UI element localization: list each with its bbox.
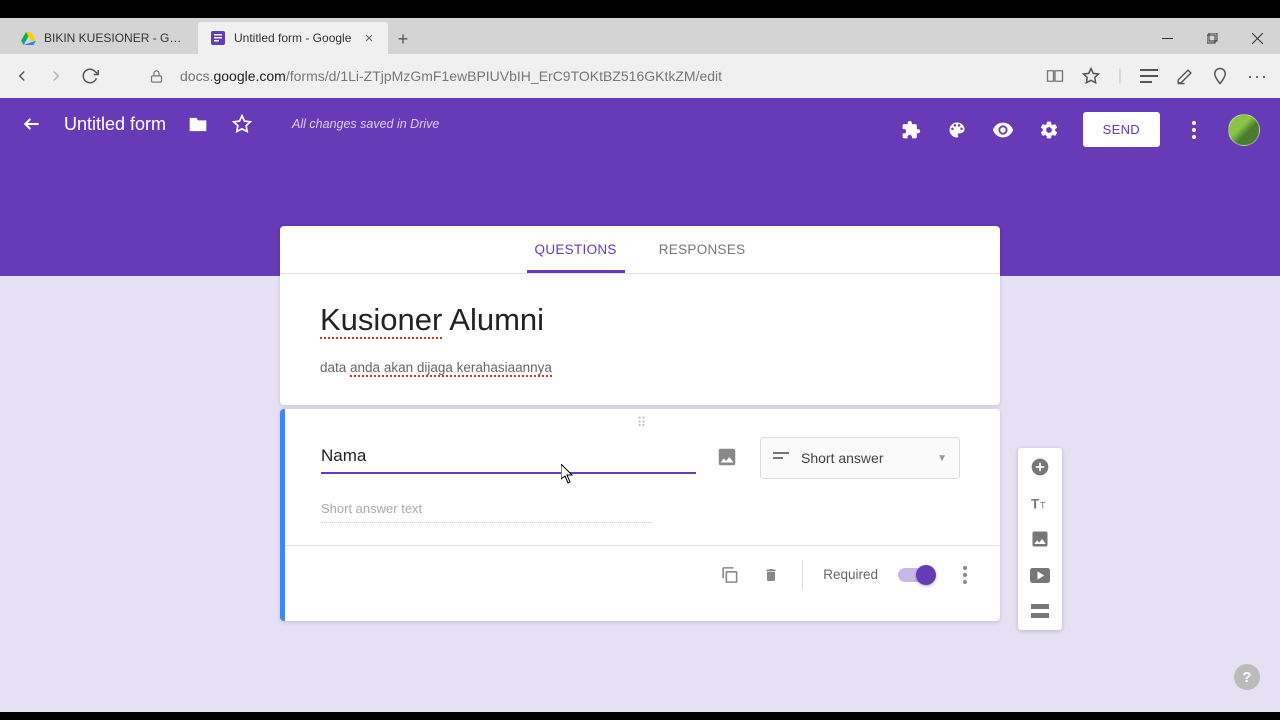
browser-tab[interactable]: BIKIN KUESIONER - Google [8,22,198,54]
forward-button[interactable] [46,66,66,86]
add-video-icon[interactable] [1029,564,1051,586]
back-arrow-icon[interactable] [20,112,44,136]
duplicate-icon[interactable] [718,564,740,586]
reading-view-icon[interactable] [1046,68,1064,84]
tab-responses[interactable]: RESPONSES [659,226,746,273]
reading-list-icon[interactable] [1140,69,1158,83]
minimize-button[interactable] [1145,22,1190,54]
add-section-icon[interactable] [1029,600,1051,622]
form-title[interactable]: Kusioner Alumni [320,302,544,338]
delete-icon[interactable] [760,564,782,586]
drag-handle-icon[interactable]: ⠿ [637,415,649,431]
send-button[interactable]: SEND [1083,112,1160,147]
tab-questions[interactable]: QUESTIONS [535,226,617,273]
favorite-icon[interactable] [1082,67,1100,85]
settings-icon[interactable] [1037,118,1061,142]
answer-placeholder: Short answer text [321,501,651,523]
addons-icon[interactable] [899,118,923,142]
form-description[interactable]: data anda akan dijaga kerahasiaannya [320,360,960,375]
palette-icon[interactable] [945,118,969,142]
notes-icon[interactable] [1176,68,1193,85]
question-title-input[interactable] [321,442,696,474]
window-close-button[interactable] [1235,22,1280,54]
share-icon[interactable] [1211,67,1229,85]
question-card: ⠿ Short answer ▼ Short answer text [280,409,1000,621]
help-icon[interactable]: ? [1234,664,1260,690]
question-more-icon[interactable] [954,564,976,586]
browser-tab[interactable]: Untitled form - Google × [198,22,388,54]
preview-icon[interactable] [991,118,1015,142]
close-tab-icon[interactable]: × [362,31,376,45]
refresh-button[interactable] [80,66,100,86]
chevron-down-icon: ▼ [937,453,947,464]
account-avatar[interactable] [1228,114,1260,146]
forms-favicon [210,30,226,46]
required-label: Required [823,567,878,582]
add-question-icon[interactable] [1029,456,1051,478]
back-button[interactable] [12,66,32,86]
save-status: All changes saved in Drive [292,117,439,131]
star-icon[interactable] [230,112,254,136]
side-toolbar: TT [1018,448,1062,630]
folder-icon[interactable] [186,112,210,136]
short-answer-icon [773,452,789,464]
more-icon[interactable]: ··· [1247,66,1268,87]
drive-favicon [20,30,36,46]
more-menu-icon[interactable] [1182,118,1206,142]
svg-text:T: T [1031,496,1040,511]
address-bar[interactable]: docs.google.com/forms/d/1Li-ZTjpMzGmF1ew… [180,68,1032,84]
maximize-button[interactable] [1190,22,1235,54]
add-image-sidebar-icon[interactable] [1029,528,1051,550]
add-title-icon[interactable]: TT [1029,492,1051,514]
new-tab-button[interactable]: + [388,24,418,54]
form-name[interactable]: Untitled form [64,114,166,135]
required-toggle[interactable] [898,568,934,582]
tab-strip: BIKIN KUESIONER - Google Untitled form -… [0,18,1280,54]
question-type-select[interactable]: Short answer ▼ [760,437,960,479]
svg-text:T: T [1040,500,1046,510]
lock-icon[interactable] [146,66,166,86]
add-image-icon[interactable] [716,446,740,470]
